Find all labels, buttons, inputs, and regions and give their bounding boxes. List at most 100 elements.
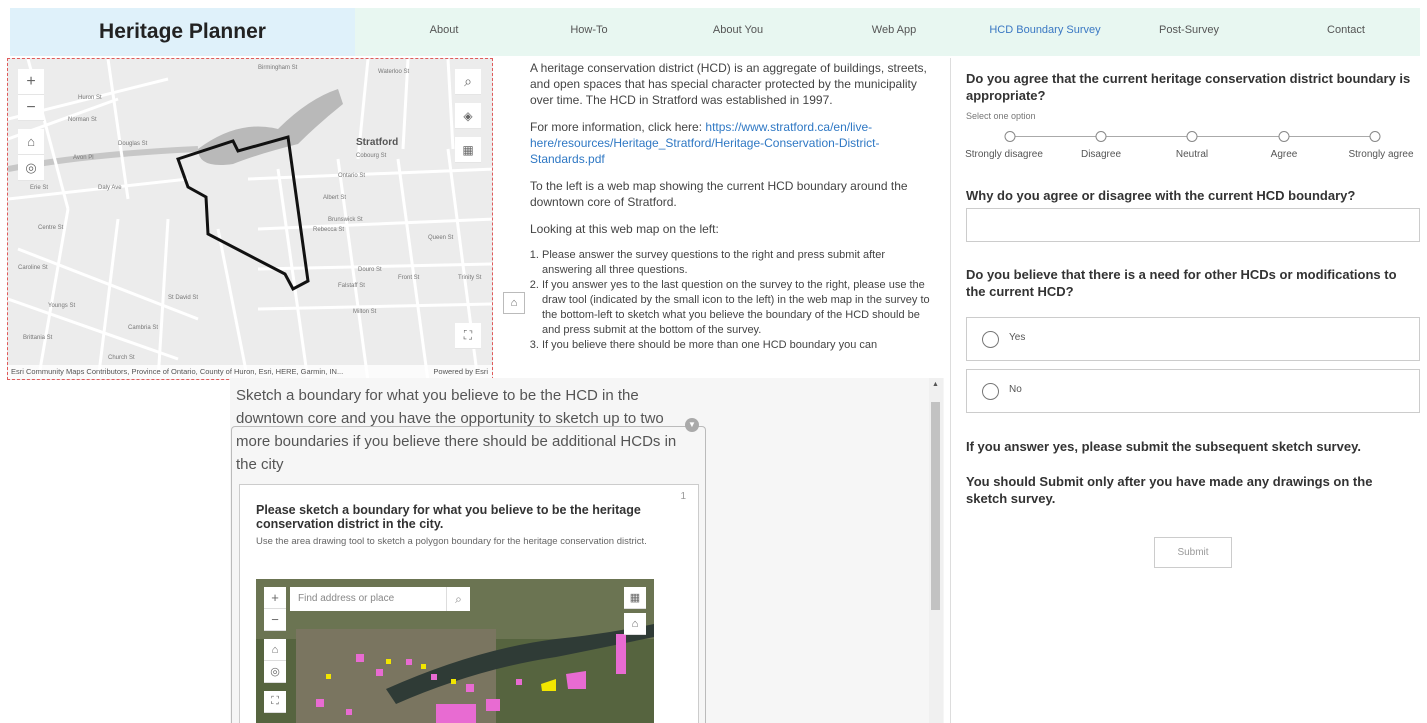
hcd-web-map[interactable]: Stratford Cobourg St Ontario St Albert S… xyxy=(7,58,493,380)
nav-contact[interactable]: Contact xyxy=(1327,24,1365,36)
nav-web-app[interactable]: Web App xyxy=(872,24,916,36)
sketch-instruction-note: If you answer yes, please submit the sub… xyxy=(966,439,1361,454)
home-icon[interactable]: ⌂ xyxy=(264,639,286,661)
question-2-title: Why do you agree or disagree with the cu… xyxy=(966,188,1356,203)
radio-icon[interactable] xyxy=(982,331,999,348)
likert-option-neutral[interactable] xyxy=(1186,131,1198,142)
svg-text:Douro St: Douro St xyxy=(358,267,382,273)
draw-polygon-icon[interactable]: ⌂ xyxy=(624,613,646,635)
scroll-thumb[interactable] xyxy=(931,402,940,610)
fullscreen-icon[interactable]: ⛶ xyxy=(264,691,286,713)
nav-how-to[interactable]: How-To xyxy=(570,24,607,36)
sketch-web-map[interactable]: Find address or place ⌕ + − ⌂ ◎ ⛶ ▦ ⌂ xyxy=(256,579,654,723)
svg-text:Douglas St: Douglas St xyxy=(118,141,148,147)
likert-label[interactable]: Disagree xyxy=(1081,149,1121,160)
zoom-in-icon[interactable]: + xyxy=(18,69,44,95)
nav-about-you[interactable]: About You xyxy=(713,24,763,36)
question-number: 1 xyxy=(680,491,686,502)
svg-text:Milton St: Milton St xyxy=(353,309,377,315)
powered-by-esri[interactable]: Powered by Esri xyxy=(433,365,488,379)
locate-icon[interactable]: ◎ xyxy=(18,155,44,181)
map-canvas[interactable]: Stratford Cobourg St Ontario St Albert S… xyxy=(8,59,493,380)
svg-text:Brunswick St: Brunswick St xyxy=(328,217,363,223)
likert-label[interactable]: Neutral xyxy=(1176,149,1208,160)
scroll-up-icon[interactable]: ▲ xyxy=(932,381,939,388)
site-title[interactable]: Heritage Planner xyxy=(99,20,266,44)
svg-text:Caroline St: Caroline St xyxy=(18,265,48,271)
choice-label: Yes xyxy=(1009,332,1026,343)
sketch-heading: Sketch a boundary for what you believe t… xyxy=(236,387,677,473)
likert-option-agree[interactable] xyxy=(1278,131,1290,142)
intro-paragraph-3: To the left is a web map showing the cur… xyxy=(530,179,908,209)
radio-icon[interactable] xyxy=(982,383,999,400)
intro-paragraph-1: A heritage conservation district (HCD) i… xyxy=(530,61,927,107)
draw-polygon-icon[interactable]: ⌂ xyxy=(503,292,525,314)
fullscreen-icon[interactable]: ⛶ xyxy=(455,323,481,349)
svg-text:Ontario St: Ontario St xyxy=(338,173,365,179)
brand-area: Heritage Planner xyxy=(10,8,355,56)
nav-hcd-boundary-survey[interactable]: HCD Boundary Survey xyxy=(989,24,1100,36)
nav-post-survey[interactable]: Post-Survey xyxy=(1159,24,1219,36)
question-1-hint: Select one option xyxy=(966,111,1036,121)
qr-code-icon[interactable]: ▦ xyxy=(455,137,481,163)
svg-text:Waterloo St: Waterloo St xyxy=(378,69,409,75)
likert-option-disagree[interactable] xyxy=(1095,131,1107,142)
question-3-title: Do you believe that there is a need for … xyxy=(966,267,1397,299)
svg-text:Queen St: Queen St xyxy=(428,235,454,241)
intro-text: A heritage conservation district (HCD) i… xyxy=(530,60,930,385)
svg-text:Birmingham St: Birmingham St xyxy=(258,65,298,71)
layers-icon[interactable]: ◈ xyxy=(455,103,481,129)
svg-text:Falstaff St: Falstaff St xyxy=(338,283,365,289)
svg-text:Brittania St: Brittania St xyxy=(23,335,53,341)
zoom-in-icon[interactable]: + xyxy=(264,587,286,609)
choice-no[interactable]: No xyxy=(966,369,1420,413)
svg-text:Cobourg St: Cobourg St xyxy=(356,153,387,159)
intro-paragraph-4: Looking at this web map on the left: xyxy=(530,222,719,236)
svg-text:Erie St: Erie St xyxy=(30,185,48,191)
zoom-out-icon[interactable]: − xyxy=(18,95,44,121)
instruction-item: Please answer the survey questions to th… xyxy=(542,248,930,278)
svg-text:St David St: St David St xyxy=(168,295,198,301)
instruction-item: If you believe there should be more than… xyxy=(542,338,930,353)
address-search-input[interactable]: Find address or place ⌕ xyxy=(290,587,470,611)
svg-text:Youngs St: Youngs St xyxy=(48,303,75,309)
search-icon[interactable]: ⌕ xyxy=(446,587,470,611)
instruction-item: If you answer yes to the last question o… xyxy=(542,278,930,338)
svg-text:Trinity St: Trinity St xyxy=(458,275,482,281)
sketch-question-title: Please sketch a boundary for what you be… xyxy=(256,503,641,531)
likert-option-strongly-disagree[interactable] xyxy=(1004,131,1016,142)
home-icon[interactable]: ⌂ xyxy=(18,129,44,155)
likert-label[interactable]: Strongly agree xyxy=(1348,149,1413,160)
submit-button[interactable]: Submit xyxy=(1154,537,1232,568)
collapse-icon[interactable]: ▼ xyxy=(685,418,699,432)
locate-icon[interactable]: ◎ xyxy=(264,661,286,683)
choice-label: No xyxy=(1009,384,1022,395)
qr-code-icon[interactable]: ▦ xyxy=(624,587,646,609)
question-1-title: Do you agree that the current heritage c… xyxy=(966,71,1411,103)
svg-text:Avon Pl: Avon Pl xyxy=(73,155,94,161)
scrollbar[interactable]: ▲ xyxy=(929,378,943,723)
top-navigation-bar: Heritage Planner About How-To About You … xyxy=(0,0,1427,60)
question-2-answer-field[interactable] xyxy=(966,208,1420,242)
svg-text:Front St: Front St xyxy=(398,275,420,281)
svg-text:Church St: Church St xyxy=(108,355,135,361)
svg-text:Albert St: Albert St xyxy=(323,195,346,201)
svg-text:Norman St: Norman St xyxy=(68,117,97,123)
svg-text:Cambria St: Cambria St xyxy=(128,325,158,331)
svg-text:Centre St: Centre St xyxy=(38,225,64,231)
sketch-question-card: 1 Please sketch a boundary for what you … xyxy=(239,484,699,723)
svg-text:Rebecca St: Rebecca St xyxy=(313,227,344,233)
svg-text:Daly Ave: Daly Ave xyxy=(98,185,122,191)
map-attribution: Esri Community Maps Contributors, Provin… xyxy=(8,365,492,379)
likert-label[interactable]: Agree xyxy=(1271,149,1298,160)
search-icon[interactable]: ⌕ xyxy=(455,69,481,95)
sketch-question-description: Use the area drawing tool to sketch a po… xyxy=(256,536,647,547)
hcd-survey-form: Do you agree that the current heritage c… xyxy=(950,58,1427,723)
zoom-out-icon[interactable]: − xyxy=(264,609,286,631)
likert-option-strongly-agree[interactable] xyxy=(1369,131,1381,142)
likert-label[interactable]: Strongly disagree xyxy=(965,149,1043,160)
nav-about[interactable]: About xyxy=(430,24,459,36)
choice-yes[interactable]: Yes xyxy=(966,317,1420,361)
instruction-list: Please answer the survey questions to th… xyxy=(530,248,930,353)
intro-paragraph-2: For more information, click here: https:… xyxy=(530,120,880,166)
